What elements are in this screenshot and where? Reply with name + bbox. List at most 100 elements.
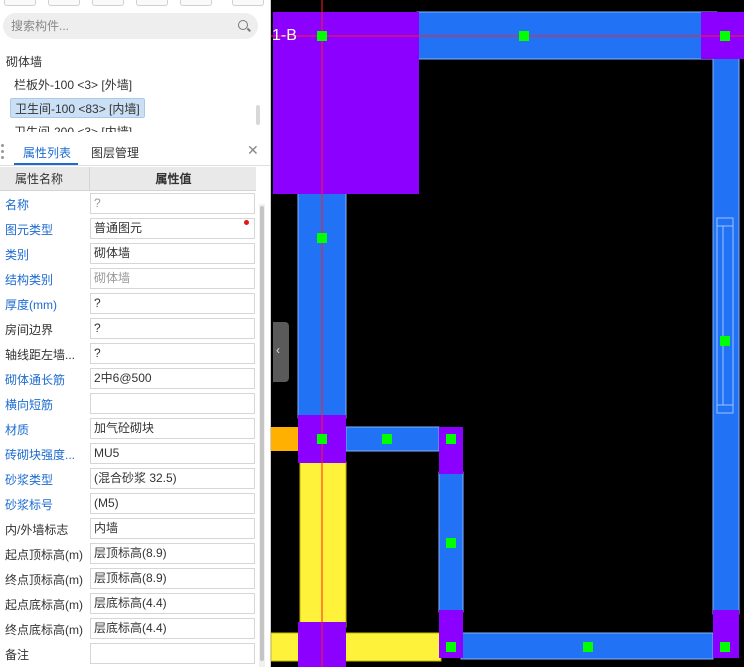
drawing-svg[interactable] [271, 0, 744, 667]
panel-collapse-button[interactable]: ‹ [273, 322, 289, 382]
property-row: 轴线距左墙... ? [0, 341, 256, 366]
property-name: 砌体通长筋 [5, 373, 66, 387]
property-value[interactable]: (M5) [90, 493, 255, 514]
property-row: 砂浆类型 (混合砂浆 32.5) [0, 466, 256, 491]
grip-point [720, 31, 730, 41]
toolbar-button[interactable] [92, 0, 124, 6]
tab-property-list[interactable]: 属性列表 [23, 144, 71, 161]
property-name: 材质 [5, 423, 30, 437]
tree-scrollbar[interactable] [256, 105, 260, 125]
search-input[interactable] [11, 17, 231, 35]
property-name: 终点底标高(m) [5, 623, 83, 637]
tree-item[interactable]: 卫生间-200 <3> [内墙] [10, 122, 136, 132]
property-value[interactable]: 砌体墙 [90, 268, 255, 289]
property-row: 备注 [0, 641, 256, 666]
property-name: 轴线距左墙... [5, 348, 76, 362]
property-row: 终点底标高(m) 层底标高(4.4) [0, 616, 256, 641]
property-name: 终点顶标高(m) [5, 573, 83, 587]
property-row: 名称 ? [0, 191, 256, 216]
active-tab-indicator [14, 163, 78, 165]
property-value[interactable]: 2中6@500 [90, 368, 255, 389]
wall-middle [345, 426, 440, 452]
search-icon[interactable] [238, 20, 248, 30]
close-icon[interactable]: ✕ [247, 142, 259, 159]
panel-tabs: 属性列表 图层管理 ✕ [0, 138, 271, 166]
grip-point [446, 434, 456, 444]
property-row: 房间边界 ? [0, 316, 256, 341]
property-value[interactable]: 普通图元 [90, 218, 255, 239]
drag-grip-icon[interactable] [0, 142, 6, 162]
property-name: 类别 [5, 248, 30, 262]
property-name: 厚度(mm) [5, 298, 57, 312]
property-row: 类别 砌体墙 [0, 241, 256, 266]
tab-layer-management[interactable]: 图层管理 [91, 144, 139, 161]
property-value[interactable] [90, 393, 255, 414]
property-row: 材质 加气砼砌块 [0, 416, 256, 441]
grip-point [317, 233, 327, 243]
property-value[interactable]: 内墙 [90, 518, 255, 539]
grip-point [446, 642, 456, 652]
toolbar-button[interactable] [136, 0, 168, 6]
property-name: 起点顶标高(m) [5, 548, 83, 562]
yellow-wall-vertical [299, 461, 347, 628]
property-row: 结构类别 砌体墙 [0, 266, 256, 291]
property-row: 砖砌块强度... MU5 [0, 441, 256, 466]
property-row: 终点顶标高(m) 层顶标高(8.9) [0, 566, 256, 591]
search-box [3, 13, 258, 39]
property-name: 内/外墙标志 [5, 523, 69, 537]
collapse-arrow-icon: ‹ [276, 343, 280, 357]
property-value[interactable]: 层底标高(4.4) [90, 593, 255, 614]
property-name: 房间边界 [5, 323, 54, 337]
property-name: 备注 [5, 648, 30, 662]
toolbar-button[interactable] [48, 0, 80, 6]
tree-item-selected[interactable]: 卫生间-100 <83> [内墙] [10, 98, 145, 118]
property-name: 砖砌块强度... [5, 448, 76, 462]
tree-item[interactable]: 栏板外-100 <3> [外墙] [10, 75, 136, 95]
axis-label: 1-B [272, 27, 297, 44]
property-value[interactable] [90, 643, 255, 664]
component-tree: 砌体墙 栏板外-100 <3> [外墙] 卫生间-100 <83> [内墙] 卫… [0, 48, 262, 132]
header-property-value: 属性值 [155, 172, 192, 186]
grip-point [519, 31, 529, 41]
property-row: 起点底标高(m) 层底标高(4.4) [0, 591, 256, 616]
toolbar-button[interactable] [4, 0, 36, 6]
property-row: 起点顶标高(m) 层顶标高(8.9) [0, 541, 256, 566]
property-name: 图元类型 [5, 223, 54, 237]
tree-group-label[interactable]: 砌体墙 [6, 53, 42, 70]
top-toolbar [0, 0, 271, 8]
toolbar-button[interactable] [180, 0, 212, 6]
property-value[interactable]: ? [90, 193, 255, 214]
grip-point [317, 434, 327, 444]
grip-point [720, 642, 730, 652]
property-value[interactable]: 层顶标高(8.9) [90, 568, 255, 589]
property-value[interactable]: ? [90, 293, 255, 314]
property-row: 厚度(mm) ? [0, 291, 256, 316]
property-name: 砂浆类型 [5, 473, 54, 487]
property-row: 图元类型 普通图元 [0, 216, 256, 241]
property-value[interactable]: 加气砼砌块 [90, 418, 255, 439]
property-value[interactable]: 层顶标高(8.9) [90, 543, 255, 564]
left-panel: 砌体墙 栏板外-100 <3> [外墙] 卫生间-100 <83> [内墙] 卫… [0, 0, 271, 667]
property-value[interactable]: 层底标高(4.4) [90, 618, 255, 639]
header-property-name: 属性名称 [0, 167, 90, 191]
property-table-header: 属性名称 属性值 [0, 167, 256, 191]
property-scrollbar[interactable] [259, 204, 265, 667]
grip-point [382, 434, 392, 444]
property-value[interactable]: (混合砂浆 32.5) [90, 468, 255, 489]
property-row: 内/外墙标志 内墙 [0, 516, 256, 541]
grip-point [317, 31, 327, 41]
toolbar-button[interactable] [232, 0, 264, 6]
property-value[interactable]: 砌体墙 [90, 243, 255, 264]
property-value[interactable]: ? [90, 318, 255, 339]
orange-beam [271, 427, 301, 451]
yellow-wall-horizontal [271, 632, 442, 662]
property-row: 砂浆标号 (M5) [0, 491, 256, 516]
property-value[interactable]: MU5 [90, 443, 255, 464]
property-value[interactable]: ? [90, 343, 255, 364]
grip-point [720, 336, 730, 346]
drawing-canvas[interactable] [271, 0, 744, 667]
property-row: 砌体通长筋 2中6@500 [0, 366, 256, 391]
modified-indicator [244, 220, 249, 225]
property-name: 横向短筋 [5, 398, 54, 412]
grip-point [583, 642, 593, 652]
